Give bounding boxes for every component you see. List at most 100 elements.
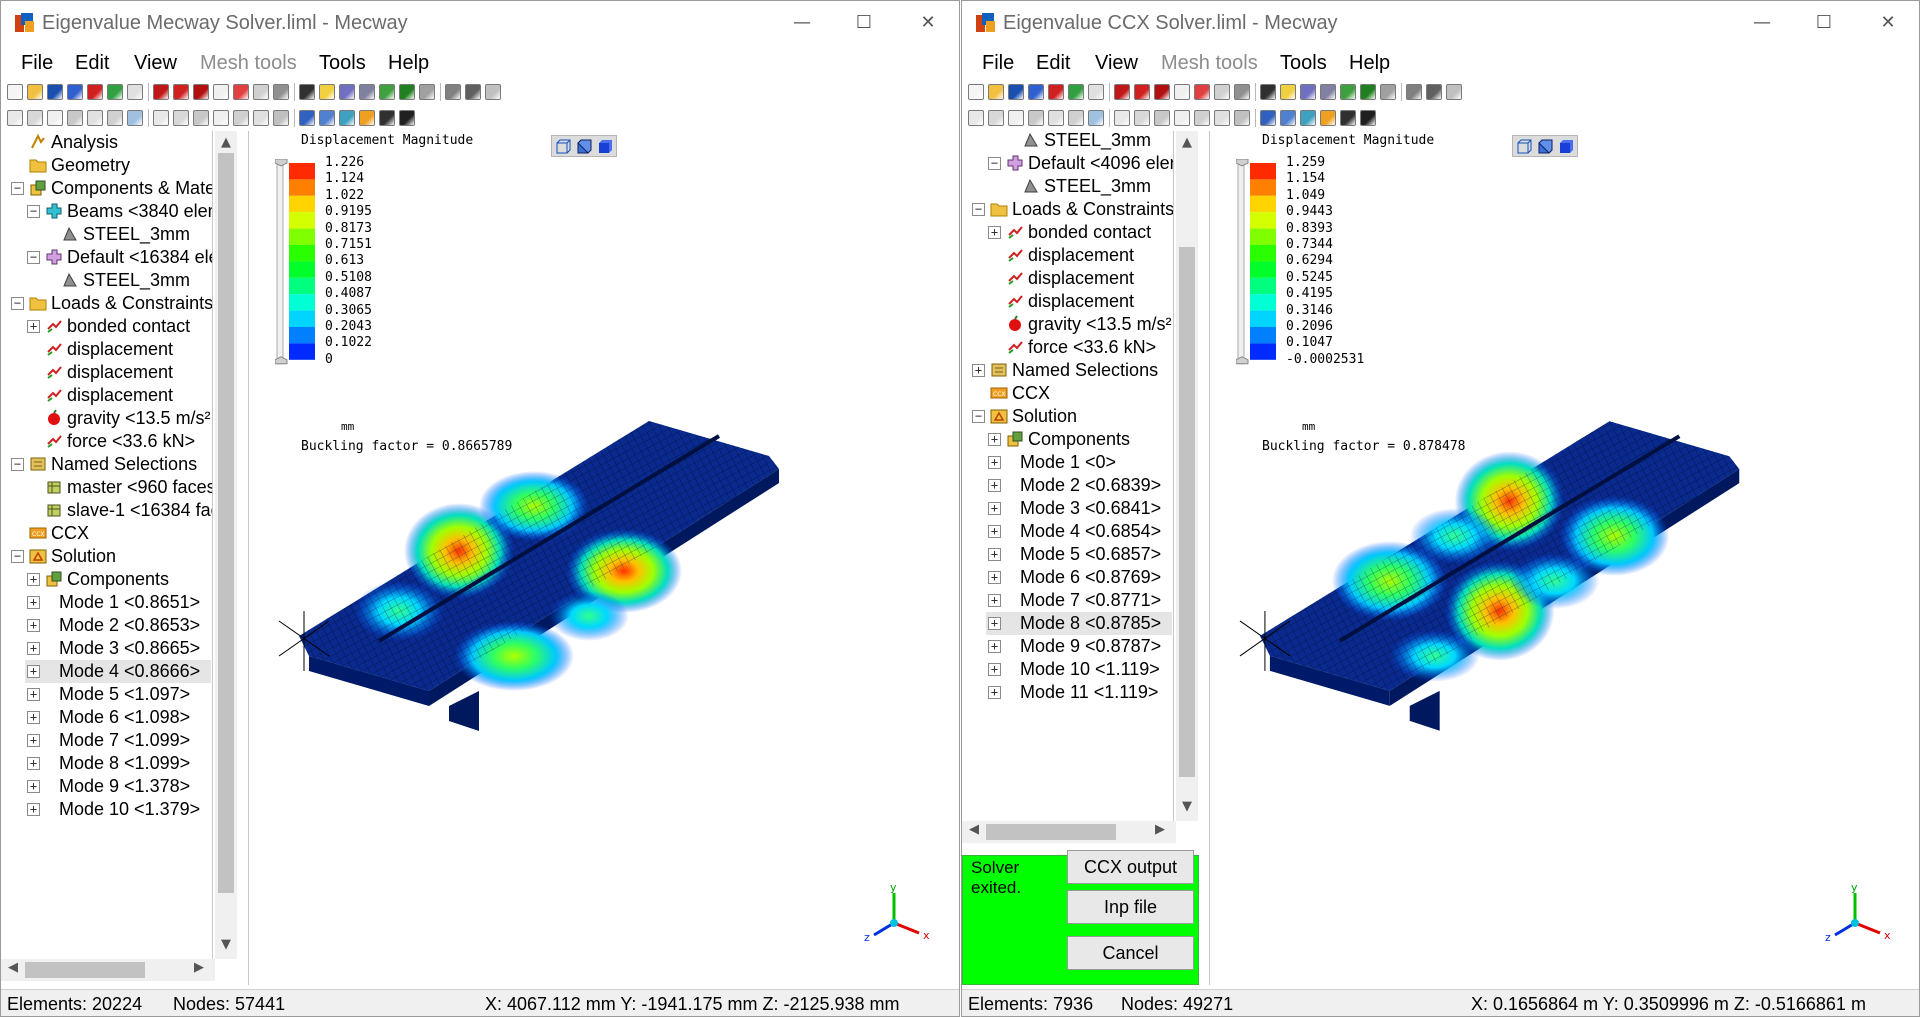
close-button[interactable]: ✕ — [905, 7, 951, 39]
tree-node-mode-5-1-097[interactable]: + Mode 5 <1.097> — [25, 683, 211, 706]
menu-edit[interactable]: Edit — [1036, 52, 1070, 75]
collapse-icon[interactable]: − — [11, 297, 24, 310]
tree-node-force-33-6-kn[interactable]: force <33.6 kN> — [25, 430, 211, 453]
menu-mesh-tools[interactable]: Mesh tools — [200, 52, 297, 75]
toolbar-tool-icon[interactable] — [1174, 110, 1190, 126]
toolbar-tool-icon[interactable] — [299, 110, 315, 126]
toolbar-tool-icon[interactable] — [1260, 110, 1276, 126]
toolbar-tool-icon[interactable] — [27, 110, 43, 126]
toolbar-tool-icon[interactable] — [1300, 84, 1316, 100]
expand-icon[interactable]: + — [27, 757, 40, 770]
wireframe-view-icon[interactable] — [554, 138, 572, 156]
toolbar-tool-icon[interactable] — [1360, 110, 1376, 126]
toolbar-tool-icon[interactable] — [339, 110, 355, 126]
expand-icon[interactable]: + — [988, 594, 1001, 607]
tree-node-master-960-faces[interactable]: master <960 faces — [25, 476, 212, 499]
toolbar-tool-icon[interactable] — [1134, 110, 1150, 126]
tree-node-displacement-z[interactable]: displacement — [986, 290, 1172, 313]
toolbar-tool-icon[interactable] — [47, 84, 63, 100]
collapse-icon[interactable]: − — [988, 157, 1001, 170]
menu-tools[interactable]: Tools — [1280, 52, 1327, 75]
tree-node-bonded-contact[interactable]: + bonded contact — [25, 315, 211, 338]
tree-node-force-33-6-kn[interactable]: force <33.6 kN> — [986, 336, 1172, 359]
tree-node-mode-9-0-8787[interactable]: + Mode 9 <0.8787> — [986, 635, 1172, 658]
toolbar-tool-icon[interactable] — [339, 84, 355, 100]
toolbar-tool-icon[interactable] — [1194, 84, 1210, 100]
tree-node-analysis-buckling-3d[interactable]: Analysis — [9, 131, 211, 154]
expand-icon[interactable]: + — [27, 688, 40, 701]
toolbar-tool-icon[interactable] — [1008, 110, 1024, 126]
expand-icon[interactable]: + — [27, 642, 40, 655]
minimize-button[interactable]: — — [779, 7, 825, 39]
toolbar-tool-icon[interactable] — [1320, 110, 1336, 126]
expand-icon[interactable]: + — [988, 456, 1001, 469]
collapse-icon[interactable]: − — [11, 182, 24, 195]
tree-node-mode-3-0-6841[interactable]: + Mode 3 <0.6841> — [986, 497, 1172, 520]
collapse-icon[interactable]: − — [27, 205, 40, 218]
toolbar-tool-icon[interactable] — [319, 84, 335, 100]
scroll-up-icon[interactable]: ▲ — [1179, 135, 1195, 150]
tree-node-named-selections[interactable]: − Named Selections — [9, 453, 211, 476]
toolbar-tool-icon[interactable] — [87, 84, 103, 100]
toolbar-tool-icon[interactable] — [107, 110, 123, 126]
toolbar-tool-icon[interactable] — [1008, 84, 1024, 100]
toolbar-tool-icon[interactable] — [1214, 110, 1230, 126]
toolbar-tool-icon[interactable] — [1406, 84, 1422, 100]
tree-node-geometry[interactable]: Geometry — [9, 154, 211, 177]
toolbar-tool-icon[interactable] — [1048, 84, 1064, 100]
expand-icon[interactable]: + — [988, 640, 1001, 653]
toolbar-tool-icon[interactable] — [988, 110, 1004, 126]
toolbar-tool-icon[interactable] — [273, 84, 289, 100]
scroll-right-icon[interactable]: ▶ — [1152, 822, 1168, 837]
scroll-thumb[interactable] — [1179, 247, 1195, 777]
expand-icon[interactable]: + — [27, 619, 40, 632]
toolbar-tool-icon[interactable] — [1114, 84, 1130, 100]
toolbar-tool-icon[interactable] — [233, 110, 249, 126]
toolbar-tool-icon[interactable] — [1134, 84, 1150, 100]
tree-node-displacement-x[interactable]: displacement — [986, 244, 1172, 267]
expand-icon[interactable]: + — [27, 596, 40, 609]
toolbar-tool-icon[interactable] — [968, 110, 984, 126]
tree-vertical-scrollbar[interactable]: ▲ ▼ — [1176, 131, 1198, 821]
tree-node-steel-3mm[interactable]: STEEL_3mm — [41, 223, 211, 246]
tree-node-mode-4-0-8666[interactable]: + Mode 4 <0.8666> — [25, 660, 211, 683]
toolbar-tool-icon[interactable] — [153, 110, 169, 126]
expand-icon[interactable]: + — [27, 573, 40, 586]
tree-node-loads-constraints[interactable]: − Loads & Constraints — [970, 198, 1173, 221]
expand-icon[interactable]: + — [27, 780, 40, 793]
menu-edit[interactable]: Edit — [75, 52, 109, 75]
collapse-icon[interactable]: − — [972, 410, 985, 423]
scroll-down-icon[interactable]: ▼ — [1179, 799, 1195, 814]
expand-icon[interactable]: + — [988, 502, 1001, 515]
tree-vertical-scrollbar[interactable]: ▲ ▼ — [215, 131, 237, 959]
scroll-left-icon[interactable]: ◀ — [5, 960, 21, 975]
toolbar-tool-icon[interactable] — [319, 110, 335, 126]
expand-icon[interactable]: + — [988, 226, 1001, 239]
tree-node-mode-1-0-8651[interactable]: + Mode 1 <0.8651> — [25, 591, 211, 614]
expand-icon[interactable]: + — [988, 525, 1001, 538]
toolbar-tool-icon[interactable] — [213, 84, 229, 100]
toolbar-tool-icon[interactable] — [67, 84, 83, 100]
maximize-button[interactable]: ☐ — [1801, 7, 1847, 39]
tree-horizontal-scrollbar[interactable]: ◀ ▶ — [1, 959, 215, 981]
tree-node-mode-3-0-8665[interactable]: + Mode 3 <0.8665> — [25, 637, 211, 660]
menu-file[interactable]: File — [982, 52, 1014, 75]
tree-node-components[interactable]: + Components — [25, 568, 211, 591]
toolbar-tool-icon[interactable] — [1426, 84, 1442, 100]
toolbar-tool-icon[interactable] — [173, 84, 189, 100]
tree-node-mode-11-1-119[interactable]: + Mode 11 <1.119> — [986, 681, 1172, 704]
tree-node-mode-7-0-8771[interactable]: + Mode 7 <0.8771> — [986, 589, 1172, 612]
toolbar-tool-icon[interactable] — [1234, 84, 1250, 100]
toolbar-tool-icon[interactable] — [968, 84, 984, 100]
tree-node-loads-constraints[interactable]: − Loads & Constraints — [9, 292, 212, 315]
titlebar[interactable]: Eigenvalue CCX Solver.liml - Mecway — ☐ … — [962, 1, 1919, 45]
toolbar-tool-icon[interactable] — [485, 84, 501, 100]
tree-node-default-4096-elen[interactable]: − Default <4096 elen — [986, 152, 1173, 175]
tree-node-steel-3mm[interactable]: STEEL_3mm — [1002, 131, 1172, 152]
tree-node-beams-3840-elem[interactable]: − Beams <3840 elem — [25, 200, 212, 223]
toolbar-tool-icon[interactable] — [1380, 84, 1396, 100]
tree-node-solution[interactable]: − Solution — [9, 545, 211, 568]
tree-node-steel-3mm[interactable]: STEEL_3mm — [1002, 175, 1172, 198]
tree-node-gravity-13-5-m-s[interactable]: gravity <13.5 m/s² — [25, 407, 211, 430]
toolbar-tool-icon[interactable] — [107, 84, 123, 100]
